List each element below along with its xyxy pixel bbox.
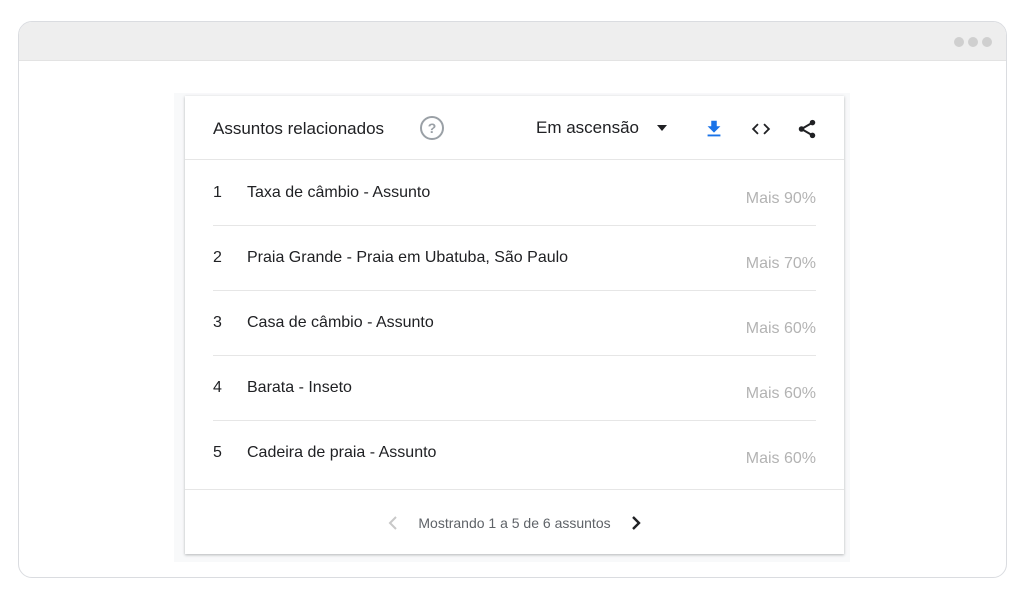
pagination-status: Mostrando 1 a 5 de 6 assuntos [418,515,611,531]
topic-rank: 4 [213,379,222,396]
topic-name[interactable]: Casa de câmbio - Assunto [247,314,434,332]
topic-rank: 2 [213,249,222,266]
window-dot-icon [968,37,978,47]
topic-row[interactable]: 4 Barata - Inseto Mais 60% [213,356,816,421]
widget-title: Assuntos relacionados [213,119,385,138]
topic-name[interactable]: Cadeira de praia - Assunto [247,444,436,462]
browser-titlebar [19,22,1006,61]
chevron-left-icon [388,516,398,530]
download-icon[interactable] [703,118,725,140]
widget-footer: Mostrando 1 a 5 de 6 assuntos [185,489,844,554]
topic-row[interactable]: 5 Cadeira de praia - Assunto Mais 60% [213,421,816,486]
topic-row[interactable]: 2 Praia Grande - Praia em Ubatuba, São P… [213,226,816,291]
topic-value: Mais 60% [745,450,816,467]
filter-dropdown[interactable]: Em ascensão [536,117,667,139]
previous-page-button[interactable] [382,514,404,532]
topic-value: Mais 70% [745,255,816,272]
chevron-right-icon [631,516,641,530]
help-circle-icon[interactable]: ? [420,116,444,140]
topic-name[interactable]: Praia Grande - Praia em Ubatuba, São Pau… [247,249,568,267]
topic-row[interactable]: 1 Taxa de câmbio - Assunto Mais 90% [213,161,816,226]
topic-list: 1 Taxa de câmbio - Assunto Mais 90% 2 Pr… [213,161,816,486]
window-dot-icon [982,37,992,47]
topic-value: Mais 60% [745,320,816,337]
related-topics-widget: Assuntos relacionados ? Em ascensão 1 Ta… [185,96,844,554]
caret-down-icon [657,125,667,131]
window-dot-icon [954,37,964,47]
topic-rank: 3 [213,314,222,331]
topic-value: Mais 60% [745,385,816,402]
filter-selected-label: Em ascensão [536,118,639,137]
share-icon[interactable] [796,118,818,140]
pagination: Mostrando 1 a 5 de 6 assuntos [185,514,844,532]
topic-rank: 1 [213,184,222,201]
embed-code-icon[interactable] [750,118,772,140]
widget-header: Assuntos relacionados ? Em ascensão [185,96,844,160]
topic-name[interactable]: Barata - Inseto [247,379,352,397]
window-controls [954,37,992,47]
next-page-button[interactable] [625,514,647,532]
topic-row[interactable]: 3 Casa de câmbio - Assunto Mais 60% [213,291,816,356]
topic-value: Mais 90% [745,190,816,207]
topic-rank: 5 [213,444,222,461]
topic-name[interactable]: Taxa de câmbio - Assunto [247,184,430,202]
